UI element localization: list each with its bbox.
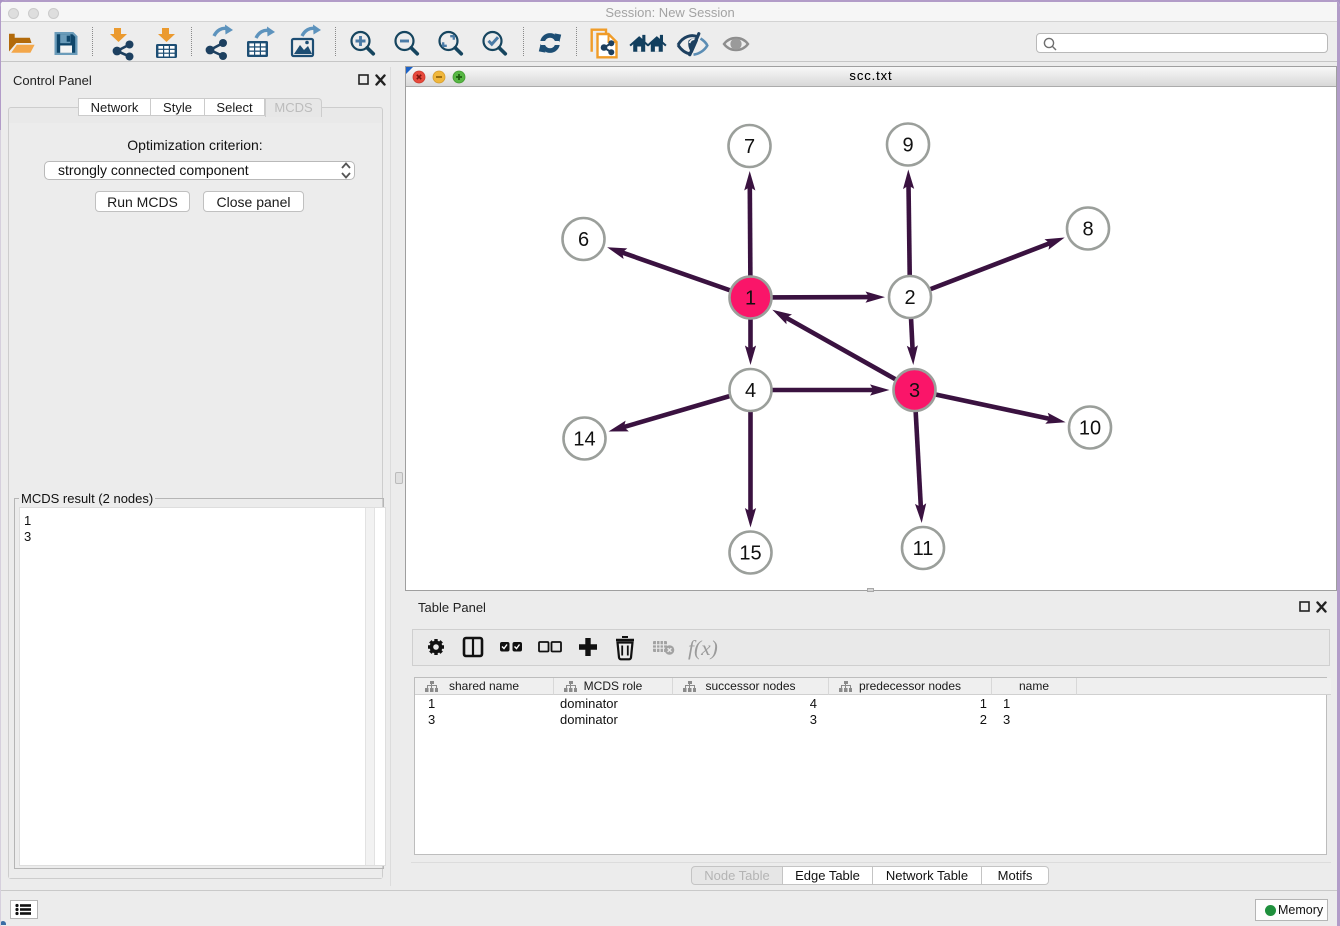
svg-text:14: 14 (573, 429, 595, 451)
svg-text:8: 8 (1082, 219, 1093, 241)
svg-text:10: 10 (1079, 418, 1101, 440)
svg-text:4: 4 (745, 380, 756, 402)
svg-text:6: 6 (578, 229, 589, 251)
svg-text:3: 3 (909, 380, 920, 402)
svg-text:9: 9 (902, 135, 913, 157)
svg-text:f(x): f(x) (688, 636, 718, 660)
svg-text:1: 1 (745, 288, 756, 310)
svg-text:15: 15 (739, 543, 761, 565)
svg-text:7: 7 (744, 136, 755, 158)
svg-text:11: 11 (913, 538, 934, 560)
svg-text:2: 2 (904, 287, 915, 309)
